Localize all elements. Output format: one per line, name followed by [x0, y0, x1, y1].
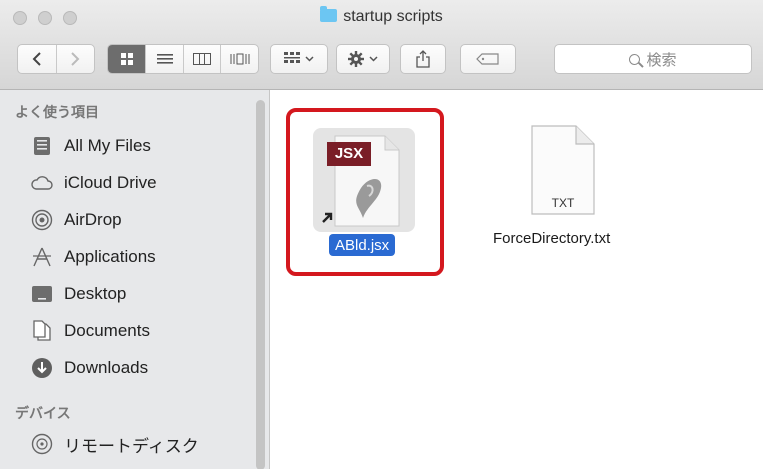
sidebar-item-airdrop[interactable]: AirDrop: [30, 205, 122, 235]
tag-icon: [476, 53, 499, 65]
sidebar-section-favorites: よく使う項目: [15, 104, 99, 120]
sidebar-item-label: iCloud Drive: [64, 173, 157, 192]
arrange-icon: [284, 52, 300, 63]
column-view-button[interactable]: [182, 45, 221, 73]
share-icon: [416, 50, 430, 68]
finder-window: startup scripts 検索 よく使う項目 All My Files i…: [0, 0, 763, 469]
window-title: startup scripts: [0, 6, 763, 26]
view-mode-control: [107, 44, 259, 74]
action-button[interactable]: [336, 44, 390, 74]
forward-button[interactable]: [55, 45, 94, 73]
sidebar-item-all-my-files[interactable]: All My Files: [30, 131, 151, 161]
sidebar-item-label: リモートディスク: [64, 436, 199, 456]
sidebar-item-label: Downloads: [64, 358, 149, 377]
remote-disc-icon: [30, 432, 54, 456]
downloads-icon: [30, 356, 54, 380]
sidebar-item-label: All My Files: [64, 136, 151, 155]
airdrop-icon: [30, 208, 54, 232]
sidebar-item-label: Documents: [64, 321, 150, 340]
toolbar: startup scripts 検索: [0, 0, 763, 90]
txt-badge-label: TXT: [551, 196, 575, 210]
all-my-files-icon: [30, 134, 54, 158]
grid-icon: [120, 53, 133, 65]
cover-flow-button[interactable]: [220, 45, 258, 73]
documents-icon: [30, 319, 54, 343]
search-icon: [629, 53, 641, 65]
sidebar-item-desktop[interactable]: Desktop: [30, 279, 126, 309]
sidebar-item-label: Desktop: [64, 284, 127, 303]
icon-view-button[interactable]: [108, 45, 146, 73]
edit-tags-button[interactable]: [460, 44, 516, 74]
gear-icon: [348, 51, 364, 67]
cover-flow-icon: [230, 53, 250, 65]
navigation-buttons: [17, 44, 95, 74]
sidebar-item-remote-disc[interactable]: リモートディスク: [30, 429, 199, 459]
list-view-button[interactable]: [145, 45, 183, 73]
cloud-icon: [30, 171, 54, 195]
sidebar-item-applications[interactable]: Applications: [30, 242, 156, 272]
chevron-down-icon: [369, 56, 378, 62]
arrange-button[interactable]: [270, 44, 328, 74]
columns-icon: [193, 53, 212, 65]
sidebar-item-icloud-drive[interactable]: iCloud Drive: [30, 168, 157, 198]
chevron-right-icon: [71, 52, 80, 66]
sidebar-scrollbar[interactable]: [255, 96, 266, 469]
sidebar-item-label: AirDrop: [64, 210, 122, 229]
desktop-icon: [30, 282, 54, 306]
list-icon: [156, 54, 173, 64]
back-button[interactable]: [18, 45, 56, 73]
sidebar-section-devices: デバイス: [15, 405, 71, 421]
file-name-selected[interactable]: ABld.jsx: [329, 234, 396, 256]
window-title-text: startup scripts: [343, 8, 443, 25]
search-placeholder: 検索: [646, 51, 677, 69]
folder-icon: [320, 6, 338, 22]
chevron-left-icon: [32, 52, 41, 66]
search-field[interactable]: 検索: [554, 44, 752, 74]
sidebar-item-documents[interactable]: Documents: [30, 316, 150, 346]
share-button[interactable]: [400, 44, 446, 74]
sidebar-item-label: Applications: [64, 247, 156, 266]
sidebar-item-downloads[interactable]: Downloads: [30, 353, 148, 383]
sidebar: よく使う項目 All My Files iCloud Drive AirDrop…: [0, 90, 270, 469]
jsx-badge-label: JSX: [334, 145, 364, 162]
file-name[interactable]: ForceDirectory.txt: [493, 230, 610, 247]
applications-icon: [30, 245, 54, 269]
jsx-file-icon[interactable]: [311, 126, 417, 234]
sidebar-scrollbar-thumb[interactable]: [256, 100, 265, 469]
chevron-down-icon: [305, 56, 314, 62]
